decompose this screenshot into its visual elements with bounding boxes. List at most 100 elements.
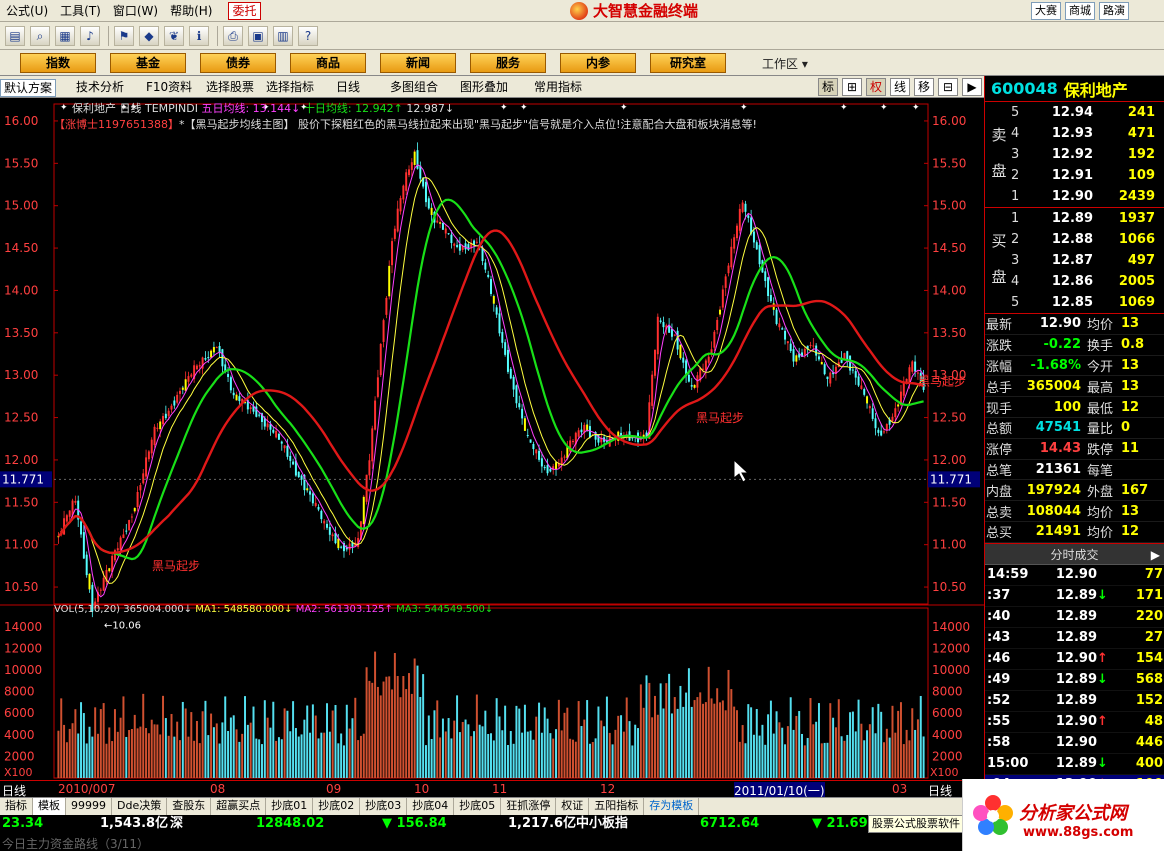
buy-row[interactable]: 2 12.88 1066 [1011, 229, 1164, 250]
template-tab[interactable]: 抄底04 [407, 798, 455, 815]
toggle-grid[interactable]: ⊞ [842, 78, 862, 96]
nav-fund[interactable]: 基金 [110, 53, 186, 73]
volume-legend: VOL(5,10,20) 365004.000↓ MA1: 548580.000… [54, 604, 493, 615]
sell-row[interactable]: 3 12.92 192 [1011, 144, 1164, 165]
binoculars-icon[interactable]: ⌕ [30, 25, 50, 46]
volume-bar [447, 718, 450, 778]
work-area-button[interactable]: 工作区 ▾ [762, 55, 808, 72]
sell-row[interactable]: 1 12.90 2439 [1011, 186, 1164, 207]
toggle-rights[interactable]: 权 [866, 78, 886, 96]
toggle-line[interactable]: 线 [890, 78, 910, 96]
kline-chart-svg[interactable]: 16.00 16.00 15.50 15.50 15.00 15.00 14.50 14.50… [0, 98, 984, 780]
toggle-expand[interactable]: ▶ [962, 78, 982, 96]
template-tab[interactable]: 抄底05 [454, 798, 502, 815]
toggle-mark[interactable]: 标 [818, 78, 838, 96]
buy-row[interactable]: 1 12.89 1937 [1011, 208, 1164, 229]
template-tab[interactable]: 权证 [556, 798, 590, 815]
stock-header[interactable]: 600048 保利地产 [985, 76, 1164, 102]
overlay-menu[interactable]: 图形叠加 [460, 79, 508, 95]
nav-commodity[interactable]: 商品 [290, 53, 366, 73]
mall-button[interactable]: 商城 [1065, 2, 1095, 20]
nav-bond[interactable]: 债券 [200, 53, 276, 73]
trade-row[interactable]: :40 12.89 220 [985, 607, 1164, 628]
volume-bar [526, 731, 529, 778]
quote-icon[interactable]: ▤ [5, 25, 25, 46]
trade-row[interactable]: :49 12.89 ↓ 568 [985, 670, 1164, 691]
sell-row[interactable]: 2 12.91 109 [1011, 165, 1164, 186]
books-icon[interactable]: ▥ [273, 25, 293, 46]
template-tab[interactable]: 指标 [0, 798, 33, 815]
trade-row[interactable]: :43 12.89 27 [985, 628, 1164, 649]
multi-chart-menu[interactable]: 多图组合 [390, 79, 438, 95]
nav-news[interactable]: 新闻 [380, 53, 456, 73]
template-tab[interactable]: 狂抓涨停 [501, 798, 557, 815]
entrust-button[interactable]: 委托 [228, 1, 261, 20]
volume-bar [433, 710, 436, 778]
menu-formula[interactable]: 公式(U) [0, 1, 54, 21]
period-menu[interactable]: 日线 [336, 79, 360, 95]
quote-value: 0 [1121, 420, 1131, 436]
trades-header[interactable]: 分时成交 ▶ [985, 542, 1164, 566]
volume-bar [63, 724, 66, 778]
template-tab[interactable]: 模板 [33, 798, 66, 815]
volume-bar [272, 701, 275, 778]
template-tab[interactable]: 超赢买点 [211, 798, 267, 815]
nav-index[interactable]: 指数 [20, 53, 96, 73]
template-tab[interactable]: 抄底02 [313, 798, 361, 815]
print-icon[interactable]: ⎙ [223, 25, 243, 46]
trade-row[interactable]: :37 12.89 ↓ 171 [985, 586, 1164, 607]
common-indicator-menu[interactable]: 常用指标 [534, 79, 582, 95]
sell-row[interactable]: 5 12.94 241 [1011, 102, 1164, 123]
nav-insider[interactable]: 内参 [560, 53, 636, 73]
scheme-select[interactable]: 默认方案 [0, 79, 57, 97]
template-tab[interactable]: 五阳指标 [589, 798, 645, 815]
candle-body [130, 516, 133, 518]
template-tab[interactable]: 存为模板 [644, 798, 700, 815]
template-tab[interactable]: Dde决策 [112, 798, 168, 815]
contest-button[interactable]: 大赛 [1031, 2, 1061, 20]
volume-bar [405, 689, 408, 778]
trade-row[interactable]: :58 12.90 446 [985, 733, 1164, 754]
buy-row[interactable]: 5 12.85 1069 [1011, 292, 1164, 313]
trade-row[interactable]: :55 12.90 ↑ 48 [985, 712, 1164, 733]
volume-bar [574, 741, 577, 778]
help-pointer-icon[interactable]: ? [298, 25, 318, 46]
sell-row[interactable]: 4 12.93 471 [1011, 123, 1164, 144]
trade-row[interactable]: 14:59 12.90 77 [985, 565, 1164, 586]
nav-service[interactable]: 服务 [470, 53, 546, 73]
menu-tools[interactable]: 工具(T) [54, 1, 107, 21]
f10-menu[interactable]: F10资料 [146, 79, 192, 95]
nav-research[interactable]: 研究室 [650, 53, 726, 73]
template-tab[interactable]: 查股东 [167, 798, 212, 815]
bell-icon[interactable]: ♪ [80, 25, 100, 46]
trade-row[interactable]: :52 12.89 152 [985, 691, 1164, 712]
buy-row[interactable]: 3 12.87 497 [1011, 250, 1164, 271]
leaf-icon[interactable]: ❦ [164, 25, 184, 46]
menu-help[interactable]: 帮助(H) [164, 1, 218, 21]
volume-bar [588, 743, 591, 778]
info-icon[interactable]: ℹ [189, 25, 209, 46]
template-tab[interactable]: 99999 [66, 798, 112, 815]
template-tab[interactable]: 抄底03 [360, 798, 408, 815]
toggle-panel[interactable]: ⊟ [938, 78, 958, 96]
flag-icon[interactable]: ⚑ [114, 25, 134, 46]
chevron-right-icon[interactable]: ▶ [1151, 544, 1160, 566]
menu-window[interactable]: 窗口(W) [107, 1, 164, 21]
volume-bar [829, 703, 832, 778]
trade-row[interactable]: :46 12.90 ↑ 154 [985, 649, 1164, 670]
candle-body [133, 507, 136, 512]
chart-icon[interactable]: ▦ [55, 25, 75, 46]
toggle-move[interactable]: 移 [914, 78, 934, 96]
diamond-icon[interactable]: ◆ [139, 25, 159, 46]
vol-tick-label: 4000 [932, 728, 963, 742]
template-tab[interactable]: 抄底01 [266, 798, 314, 815]
roadshow-button[interactable]: 路演 [1099, 2, 1129, 20]
buy-row[interactable]: 4 12.86 2005 [1011, 271, 1164, 292]
tech-analysis-menu[interactable]: 技术分析 [76, 79, 124, 95]
select-stock-menu[interactable]: 选择股票 [206, 79, 254, 95]
select-indicator-menu[interactable]: 选择指标 [266, 79, 314, 95]
window-icon[interactable]: ▣ [248, 25, 268, 46]
trade-row[interactable]: 15:00 12.89 ↓ 400 [985, 754, 1164, 775]
kline-chart-area[interactable]: 16.00 16.00 15.50 15.50 15.00 15.00 14.50 14.50… [0, 98, 984, 780]
promo-ticker[interactable]: 股票公式股票软件 [868, 815, 964, 833]
